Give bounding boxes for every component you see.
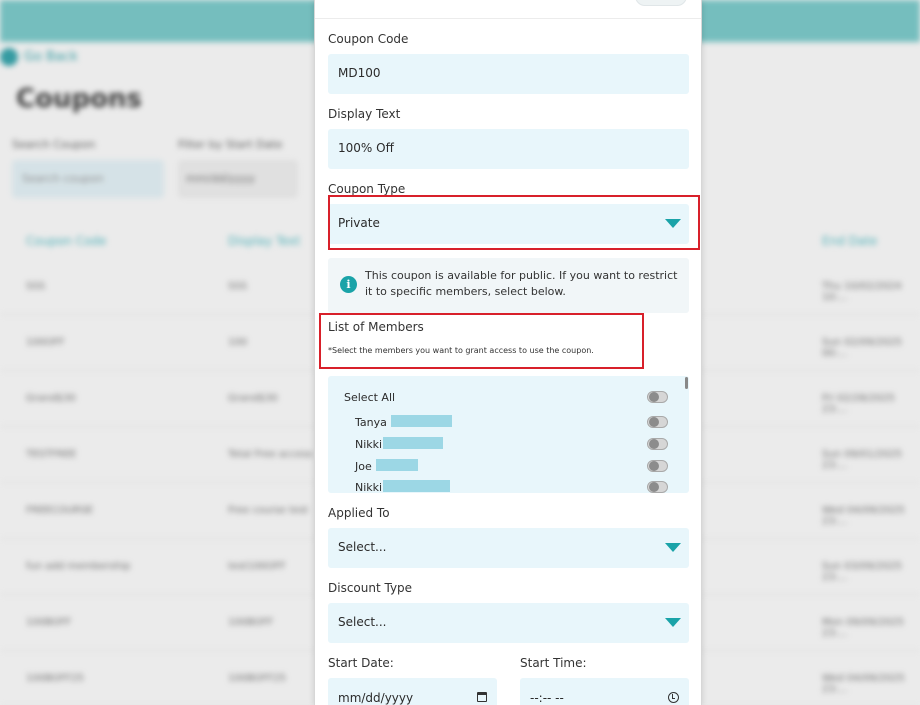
member-row[interactable]: Nikki	[328, 478, 668, 493]
member-toggle[interactable]	[647, 481, 668, 493]
chevron-down-icon	[665, 618, 681, 627]
coupon-edit-modal: Coupon Code MD100 Display Text 100% Off …	[314, 0, 702, 705]
start-time-input[interactable]: --:-- --	[520, 678, 689, 705]
discount-type-label: Discount Type	[328, 581, 413, 595]
divider	[315, 18, 701, 19]
select-all-toggle[interactable]	[647, 391, 668, 403]
select-all-row[interactable]: Select All	[328, 388, 668, 408]
info-text: This coupon is available for public. If …	[365, 269, 678, 298]
redacted-surname	[376, 459, 418, 471]
members-list[interactable]: Select All Tanya Nikki Joe Nikki	[328, 376, 689, 493]
member-toggle[interactable]	[647, 460, 668, 472]
calendar-icon[interactable]	[477, 692, 487, 702]
member-row[interactable]: Nikki	[328, 435, 668, 455]
start-time-label: Start Time:	[520, 656, 587, 670]
toggle-knob	[649, 392, 659, 402]
member-name: Tanya	[355, 416, 387, 429]
start-date-placeholder: mm/dd/yyyy	[338, 691, 414, 705]
member-name: Joe	[355, 460, 372, 473]
display-text-label: Display Text	[328, 107, 401, 121]
select-all-label: Select All	[344, 391, 396, 404]
info-icon: i	[340, 276, 357, 293]
coupon-type-label: Coupon Type	[328, 182, 406, 196]
member-toggle[interactable]	[647, 438, 668, 450]
member-toggle[interactable]	[647, 416, 668, 428]
chevron-down-icon	[665, 543, 681, 552]
coupon-code-input[interactable]: MD100	[328, 54, 689, 94]
applied-to-label: Applied To	[328, 506, 390, 520]
redacted-surname	[383, 480, 450, 492]
redacted-surname	[383, 437, 443, 449]
highlight-members-heading	[319, 313, 644, 369]
clock-icon[interactable]	[668, 692, 679, 703]
toggle-knob	[649, 482, 659, 492]
toggle-knob	[649, 417, 659, 427]
modal-header-button[interactable]	[635, 0, 687, 6]
display-text-input[interactable]: 100% Off	[328, 129, 689, 169]
toggle-knob	[649, 439, 659, 449]
member-name: Nikki	[355, 438, 383, 451]
toggle-knob	[649, 461, 659, 471]
discount-type-select[interactable]: Select...	[328, 603, 689, 643]
member-name: Nikki	[355, 481, 383, 493]
highlight-coupon-type	[328, 195, 700, 250]
redacted-surname	[391, 415, 452, 427]
discount-type-value: Select...	[338, 615, 387, 629]
member-row[interactable]: Joe	[328, 457, 668, 477]
applied-to-value: Select...	[338, 540, 387, 554]
applied-to-select[interactable]: Select...	[328, 528, 689, 568]
start-date-label: Start Date:	[328, 656, 394, 670]
members-scrollbar[interactable]	[685, 377, 688, 389]
start-time-placeholder: --:-- --	[530, 691, 564, 705]
info-banner: i This coupon is available for public. I…	[328, 258, 689, 313]
coupon-code-label: Coupon Code	[328, 32, 409, 46]
start-date-input[interactable]: mm/dd/yyyy	[328, 678, 497, 705]
member-row[interactable]: Tanya	[328, 413, 668, 433]
